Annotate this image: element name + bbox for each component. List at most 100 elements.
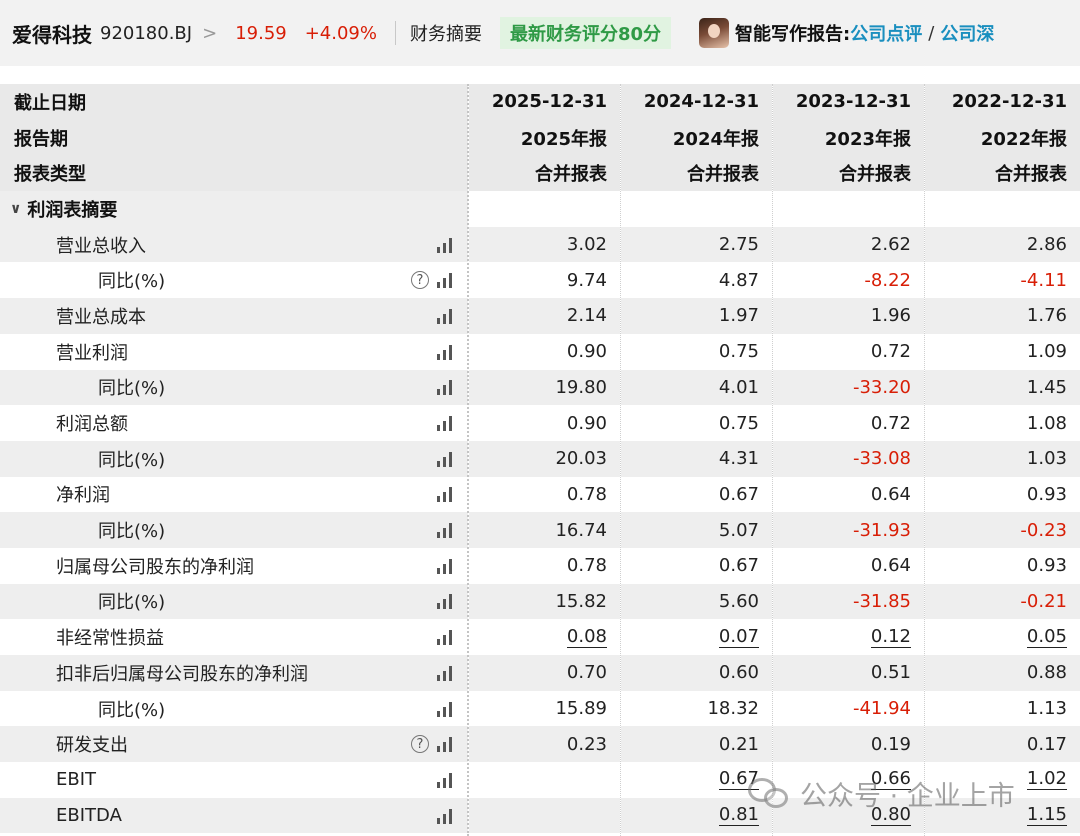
section-row[interactable]: ∨ 利润表摘要 xyxy=(0,191,1080,227)
value-text: 0.70 xyxy=(566,662,607,684)
financial-score-badge[interactable]: 最新财务评分80分 xyxy=(499,17,672,49)
value-cell[interactable]: 0.08 xyxy=(469,619,620,655)
chevron-right-icon[interactable]: > xyxy=(202,23,217,44)
value-text: 0.67 xyxy=(718,483,759,505)
value-cell: 2.75 xyxy=(621,226,772,263)
value-text: 4.01 xyxy=(718,376,759,398)
link-separator: / xyxy=(928,22,935,44)
row-label: 同比(%) xyxy=(98,271,166,293)
value-cell: 0.70 xyxy=(469,655,620,691)
bar-chart-icon[interactable] xyxy=(437,808,452,824)
bar-chart-icon[interactable] xyxy=(437,772,452,788)
value-cell: 16.74 xyxy=(469,512,620,548)
value-cell: 2.86 xyxy=(925,226,1080,263)
row-label: 扣非后归属母公司股东的净利润 xyxy=(56,663,308,685)
value-text: 4.31 xyxy=(718,448,759,470)
header-cell: 2022年报 xyxy=(925,119,1080,156)
value-text: 1.97 xyxy=(718,305,759,327)
row-tools xyxy=(437,298,452,334)
header-cell: 2023年报 xyxy=(773,119,924,156)
bar-chart-icon[interactable] xyxy=(437,558,452,574)
company-review-link[interactable]: 公司点评 xyxy=(850,20,922,46)
financial-summary-table: 截止日期 2025-12-31 2024-12-31 2023-12-31 2022-1… xyxy=(0,84,1080,834)
bar-chart-icon[interactable] xyxy=(437,522,452,539)
bar-chart-icon[interactable] xyxy=(437,593,452,610)
row-label: EBIT xyxy=(56,769,97,791)
bar-chart-icon[interactable] xyxy=(437,308,452,324)
question-circle-icon[interactable]: ? xyxy=(411,271,429,290)
bar-chart-icon[interactable] xyxy=(437,415,452,432)
value-text: 19.80 xyxy=(555,376,607,398)
value-cell: 0.88 xyxy=(925,655,1080,691)
row-tools xyxy=(437,441,452,477)
value-text: 4.87 xyxy=(718,269,759,291)
value-cell: 15.89 xyxy=(469,690,620,727)
value-text: 16.74 xyxy=(555,519,607,541)
value-cell[interactable]: 0.07 xyxy=(621,619,772,655)
table-header-row: 报告期 2025年报 2024年报 2023年报 2022年报 xyxy=(0,119,1080,156)
value-cell: -4.11 xyxy=(925,262,1080,299)
row-tools xyxy=(437,370,452,406)
bar-chart-icon[interactable] xyxy=(437,736,452,753)
value-cell[interactable]: 1.02 xyxy=(925,762,1080,798)
table-row: 研发支出? 0.23 0.21 0.19 0.17 xyxy=(0,726,1080,763)
table-row: EBIT 0.67 0.66 1.02 xyxy=(0,762,1080,798)
section-toggle[interactable]: ∨ 利润表摘要 xyxy=(0,191,468,227)
table-row: 同比(%)? 9.74 4.87 -8.22 -4.11 xyxy=(0,262,1080,299)
header-cell: 2022-12-31 xyxy=(925,84,1080,120)
company-deep-link[interactable]: 公司深 xyxy=(940,20,994,46)
value-text: 0.64 xyxy=(870,555,911,577)
value-text: 20.03 xyxy=(555,448,607,470)
row-label-cell: 营业总收入 xyxy=(0,226,468,263)
value-cell[interactable]: 0.80 xyxy=(773,797,924,834)
bar-chart-icon[interactable] xyxy=(437,379,452,396)
value-cell[interactable]: 0.67 xyxy=(621,762,772,798)
value-cell: 0.67 xyxy=(621,547,772,584)
value-text: 15.82 xyxy=(555,590,607,612)
value-text: 0.81 xyxy=(718,804,759,827)
value-text: 0.64 xyxy=(870,483,911,505)
question-circle-icon[interactable]: ? xyxy=(411,735,429,754)
value-text: 1.15 xyxy=(1026,804,1067,827)
value-cell: 0.72 xyxy=(773,405,924,441)
value-cell[interactable] xyxy=(469,797,620,834)
value-cell: 5.07 xyxy=(621,512,772,548)
value-cell[interactable]: 0.05 xyxy=(925,619,1080,655)
value-text: 1.45 xyxy=(1026,376,1067,398)
bar-chart-icon[interactable] xyxy=(437,701,452,717)
table-row: 营业总收入 3.02 2.75 2.62 2.86 xyxy=(0,226,1080,263)
bar-chart-icon[interactable] xyxy=(437,665,452,681)
value-text: -4.11 xyxy=(1020,269,1067,291)
row-label-cell: 同比(%) xyxy=(0,512,468,548)
value-cell[interactable]: 0.66 xyxy=(773,762,924,798)
row-tools xyxy=(437,477,452,513)
value-text: 0.60 xyxy=(718,662,759,684)
report-label: 智能写作报告: xyxy=(735,24,851,45)
value-cell[interactable] xyxy=(469,762,620,798)
value-text: 0.78 xyxy=(566,555,607,577)
value-cell[interactable]: 0.12 xyxy=(773,619,924,655)
bar-chart-icon[interactable] xyxy=(437,272,452,289)
assistant-avatar-icon xyxy=(699,18,730,48)
bar-chart-icon[interactable] xyxy=(437,629,452,646)
company-name[interactable]: 爱得科技 xyxy=(12,19,92,48)
column-divider xyxy=(772,84,773,836)
value-cell: 0.90 xyxy=(469,333,620,370)
bar-chart-icon[interactable] xyxy=(437,344,452,360)
value-text: -0.23 xyxy=(1020,519,1067,541)
bar-chart-icon[interactable] xyxy=(437,237,452,253)
value-text: 9.74 xyxy=(566,269,607,291)
value-text: -33.20 xyxy=(852,376,911,398)
value-text: 0.08 xyxy=(566,625,607,648)
row-label-cell: 净利润 xyxy=(0,476,468,513)
bar-chart-icon[interactable] xyxy=(437,486,452,503)
value-cell: 0.78 xyxy=(469,476,620,513)
value-text: 0.93 xyxy=(1026,555,1067,577)
value-cell[interactable]: 0.81 xyxy=(621,797,772,834)
value-text: 2.86 xyxy=(1026,234,1067,256)
chevron-down-icon[interactable]: ∨ xyxy=(10,201,21,217)
header-cell: 2025年报 xyxy=(469,119,620,156)
bar-chart-icon[interactable] xyxy=(437,451,452,467)
value-text: 0.66 xyxy=(870,768,911,791)
value-cell[interactable]: 1.15 xyxy=(925,797,1080,834)
